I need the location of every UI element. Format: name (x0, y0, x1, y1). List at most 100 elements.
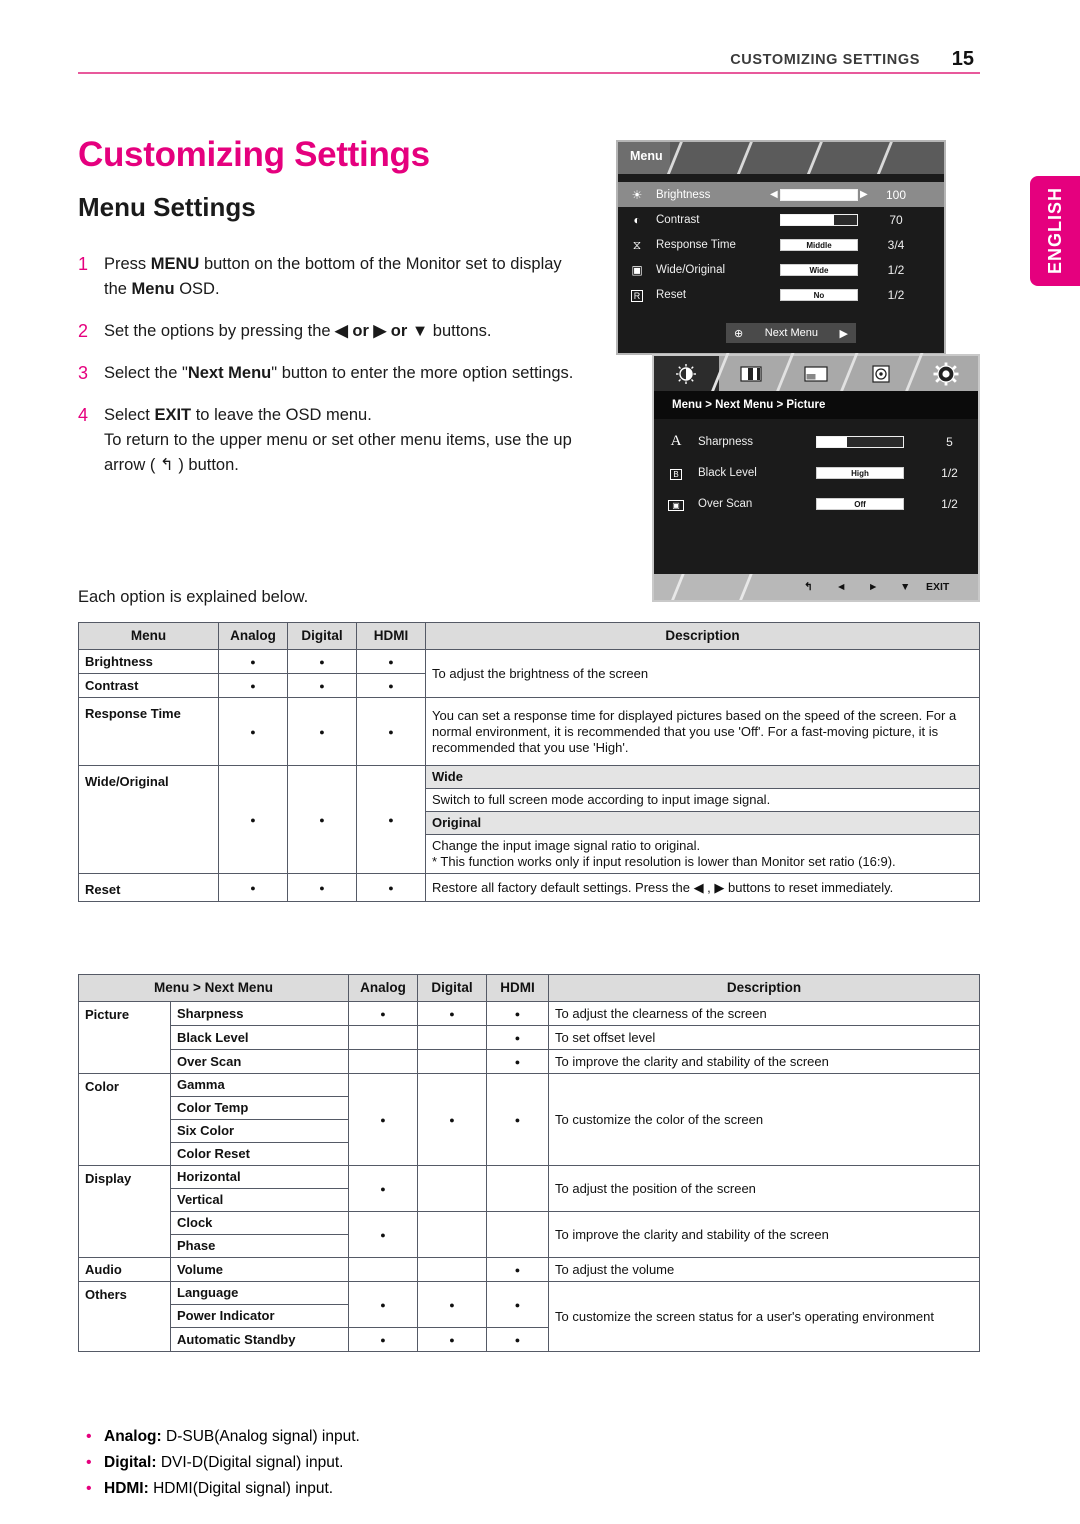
group-label-display: Display (78, 1165, 171, 1258)
osd-row-response-time[interactable]: ⧖ Response Time Middle 3/4 (618, 232, 944, 257)
table-row: Others Language To customize the screen … (78, 1281, 980, 1352)
each-option-line: Each option is explained below. (78, 588, 309, 606)
osd-row-sharpness[interactable]: A Sharpness 5 (654, 426, 978, 457)
group-label-picture: Picture (78, 1001, 171, 1074)
next-menu-plus-icon: ⊕ (734, 327, 744, 340)
support-dot-hdmi (486, 1049, 549, 1074)
option-value: High (816, 466, 904, 479)
footnotes: Analog: D-SUB(Analog signal) input. Digi… (86, 1424, 360, 1502)
table-row: Reset Restore all factory default settin… (78, 873, 980, 902)
over-scan-icon: ▣ (654, 497, 698, 511)
row-label-black-level: Black Level (170, 1025, 349, 1050)
response-icon: ⧖ (632, 237, 642, 252)
osd-row-label: Contrast (656, 213, 700, 226)
row-label-horizontal: Horizontal (170, 1165, 349, 1189)
step-item: 4 Select EXIT to leave the OSD menu. To r… (78, 403, 578, 478)
table-row: Brightness To adjust the brightness of t… (78, 649, 980, 698)
osd-row-label: Over Scan (698, 497, 753, 510)
next-menu-button[interactable]: ⊕ Next Menu ▶ (726, 323, 856, 343)
support-cell-analog (348, 1257, 418, 1282)
col-header-digital: Digital (417, 974, 487, 1002)
osd-menu-tabbar: Menu (618, 142, 944, 174)
nav-divider (736, 574, 755, 600)
row-label-language: Language (170, 1281, 349, 1305)
osd-row-value: 5 (946, 434, 953, 449)
table-row: Clock To improve the clarity and stabili… (79, 1211, 980, 1258)
tab-picture[interactable] (654, 353, 730, 395)
col-header-hdmi: HDMI (486, 974, 549, 1002)
step-item: 3 Select the "Next Menu" button to enter… (78, 361, 578, 386)
contrast-icon: ◐ (633, 212, 641, 227)
osd-row-reset[interactable]: R Reset No 1/2 (618, 282, 944, 307)
reset-option[interactable]: No (768, 288, 868, 302)
nav-up-button[interactable]: ↰ (804, 581, 813, 593)
support-dot-hdmi (356, 673, 426, 698)
osd-row-label: Black Level (698, 466, 757, 479)
brightness-icon: ☀ (631, 187, 643, 202)
support-dot-analog (218, 873, 288, 902)
row-label-vertical: Vertical (170, 1188, 349, 1212)
black-level-option[interactable]: High (816, 466, 921, 480)
response-time-option[interactable]: Middle (768, 238, 868, 252)
osd-row-black-level[interactable]: B Black Level High 1/2 (654, 457, 978, 488)
table-row: Over Scan To improve the clarity and sta… (79, 1049, 980, 1074)
row-label-color-temp: Color Temp (170, 1096, 349, 1120)
group-label-others: Others (78, 1281, 171, 1352)
osd-row-value: 3/4 (887, 237, 905, 252)
over-scan-option[interactable]: Off (816, 497, 921, 511)
row-label-clock: Clock (170, 1211, 349, 1235)
support-dot-analog (348, 1001, 418, 1026)
tab-color[interactable] (719, 353, 795, 395)
osd-row-brightness[interactable]: ☀ Brightness ◀ ▶ 100 (618, 182, 944, 207)
sub-body-wide: Switch to full screen mode according to … (425, 788, 980, 812)
next-menu-arrow-icon: ▶ (839, 327, 848, 340)
group-description-display-clarity: To improve the clarity and stability of … (548, 1211, 980, 1258)
tab-others[interactable] (913, 356, 978, 391)
support-dot-hdmi (356, 765, 426, 874)
support-cell-digital (417, 1165, 487, 1212)
col-header-menu-next-menu: Menu > Next Menu (78, 974, 349, 1002)
sharpness-slider[interactable] (816, 435, 921, 449)
support-cell-digital (417, 1025, 487, 1050)
nav-down-button[interactable]: ▼ (900, 581, 910, 593)
step-text: Press MENU button on the bottom of the M… (104, 255, 562, 298)
nav-exit-button[interactable]: EXIT (926, 581, 949, 593)
support-cell-hdmi (486, 1165, 549, 1212)
sub-title-wide: Wide (425, 765, 980, 789)
nav-left-button[interactable]: ◄ (836, 581, 846, 593)
others-gear-icon (933, 362, 959, 385)
next-menu-label: Next Menu (764, 327, 818, 339)
row-label-color-reset: Color Reset (170, 1142, 349, 1166)
osd-row-value: 1/2 (887, 287, 905, 302)
row-label-phase: Phase (170, 1234, 349, 1258)
wide-original-option[interactable]: Wide (768, 263, 868, 277)
display-icon (804, 365, 828, 382)
tab-display[interactable] (784, 353, 859, 395)
osd-row-over-scan[interactable]: ▣ Over Scan Off 1/2 (654, 488, 978, 519)
next-menu-options-table: Menu > Next Menu Analog Digital HDMI Des… (78, 974, 980, 1352)
osd-row-value: 1/2 (941, 465, 958, 480)
support-dot-hdmi (486, 1073, 549, 1166)
support-cell-digital (417, 1211, 487, 1258)
brightness-slider[interactable]: ◀ ▶ (768, 188, 868, 202)
slider-right-arrow[interactable]: ▶ (860, 189, 868, 201)
row-label-response-time: Response Time (78, 697, 219, 766)
col-header-description: Description (425, 622, 980, 650)
row-label-six-color: Six Color (170, 1119, 349, 1143)
page-header: CUSTOMIZING SETTINGS 15 (78, 40, 980, 74)
row-description: To improve the clarity and stability of … (548, 1049, 980, 1074)
row-description: To adjust the clearness of the screen (548, 1001, 980, 1026)
support-dot-hdmi (486, 1001, 549, 1026)
contrast-slider[interactable] (768, 213, 868, 227)
tab-audio[interactable] (848, 353, 924, 395)
slider-left-arrow[interactable]: ◀ (770, 189, 778, 201)
language-tab-label: ENGLISH (1044, 187, 1065, 275)
support-dot-digital (287, 649, 357, 674)
step-text: Select EXIT to leave the OSD menu. To ret… (104, 403, 578, 478)
step-extra-text: To return to the upper menu or set other… (104, 431, 572, 474)
osd-row-wide-original[interactable]: ▣ Wide/Original Wide 1/2 (618, 257, 944, 282)
osd-row-contrast[interactable]: ◐ Contrast 70 (618, 207, 944, 232)
support-cell-digital (417, 1049, 487, 1074)
nav-right-button[interactable]: ► (868, 581, 878, 593)
step-item: 2 Set the options by pressing the ◀ or ▶… (78, 319, 578, 344)
